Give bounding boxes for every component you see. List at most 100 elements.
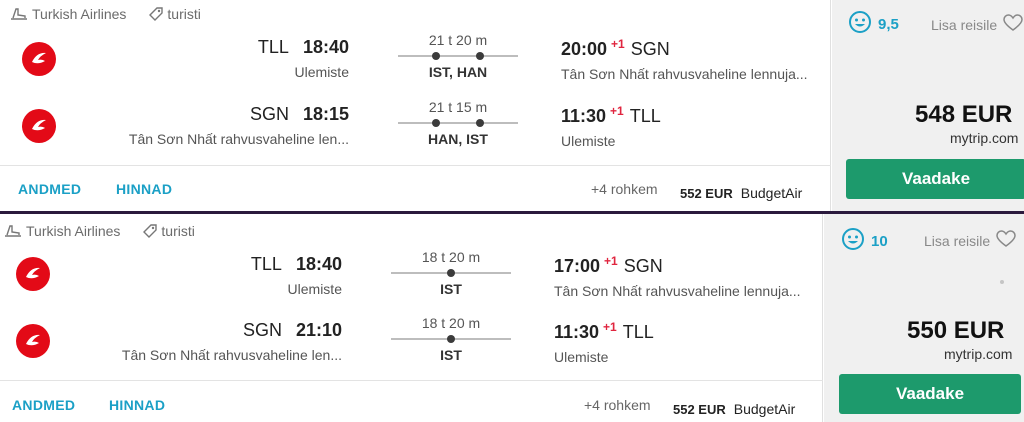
- fare-tag: turisti: [142, 223, 195, 239]
- departure-airport: Ulemiste: [294, 64, 349, 80]
- stops-track: [398, 118, 518, 128]
- arrival-time: 11:30: [554, 322, 600, 342]
- alternative-price: 552 EUR: [673, 402, 726, 417]
- arrival: 20:00 +1 SGN Tân Sơn Nhất rahvusvaheline l…: [561, 37, 808, 82]
- seller-name: mytrip.com: [950, 130, 1019, 146]
- departure-airport-code: TLL: [257, 37, 289, 57]
- flight-duration: 21 t 15 m HAN, IST: [398, 99, 518, 147]
- add-to-trip-label: Lisa reisile: [931, 16, 998, 33]
- add-to-trip[interactable]: Lisa reisile: [924, 230, 1016, 251]
- next-day-badge: +1: [603, 320, 617, 334]
- flight-duration: 18 t 20 m IST: [391, 315, 511, 363]
- arrival: 11:30 +1 TLL Ulemiste: [561, 104, 661, 149]
- duration-text: 21 t 20 m: [428, 32, 488, 48]
- price: 550 EUR: [907, 317, 1005, 344]
- fare-class: turisti: [167, 6, 201, 22]
- add-to-trip[interactable]: Lisa reisile: [931, 14, 1023, 35]
- alternative-price: 552 EUR: [680, 186, 733, 201]
- flight-duration: 18 t 20 m IST: [391, 249, 511, 297]
- rating: 10: [841, 227, 888, 255]
- stops-text: IST, HAN: [428, 64, 488, 80]
- turkish-airlines-logo: [22, 109, 56, 143]
- next-day-badge: +1: [610, 104, 624, 118]
- arrival-time: 20:00: [561, 39, 608, 59]
- alternative-offer[interactable]: 552 EUR BudgetAir: [680, 185, 802, 201]
- stops-track: [398, 51, 518, 61]
- departure-time: 21:10: [295, 320, 342, 340]
- arrival-airport: Ulemiste: [554, 349, 609, 365]
- stops-text: HAN, IST: [428, 131, 488, 147]
- airline-line: Turkish Airlines turisti: [4, 223, 195, 239]
- duration-text: 21 t 15 m: [428, 99, 488, 115]
- price-panel: 9,5 Lisa reisile 548 EUR mytrip.com Vaad…: [832, 0, 1024, 211]
- divider: [0, 380, 823, 381]
- details-link[interactable]: ANDMED: [12, 397, 75, 413]
- arrival-airport: Ulemiste: [561, 133, 616, 149]
- divider: [0, 165, 831, 166]
- duration-text: 18 t 20 m: [421, 249, 481, 265]
- stops-text: IST: [440, 281, 462, 297]
- arrival-airport-code: SGN: [623, 256, 663, 276]
- heart-icon[interactable]: [1003, 14, 1023, 35]
- airplane-icon: [10, 7, 28, 21]
- turkish-airlines-logo: [16, 324, 50, 358]
- prices-link[interactable]: HINNAD: [116, 181, 172, 197]
- flight-duration: 21 t 20 m IST, HAN: [398, 32, 518, 80]
- departure-airport-code: SGN: [242, 320, 282, 340]
- departure-airport: Tân Sơn Nhất rahvusvaheline len...: [121, 347, 342, 363]
- arrival-airport-code: TLL: [622, 322, 654, 342]
- add-to-trip-label: Lisa reisile: [924, 232, 991, 249]
- next-day-badge: +1: [604, 254, 618, 268]
- rating-score: 9,5: [878, 15, 899, 33]
- stops-text: IST: [440, 347, 462, 363]
- fare-tag: turisti: [148, 6, 201, 22]
- seller-name: mytrip.com: [944, 346, 1013, 362]
- more-offers-link[interactable]: +4 rohkem: [584, 397, 651, 413]
- alternative-seller: BudgetAir: [740, 185, 803, 201]
- arrival: 17:00 +1 SGN Tân Sơn Nhất rahvusvaheline l…: [554, 254, 801, 299]
- arrival-airport: Tân Sơn Nhất rahvusvaheline lennuja...: [554, 283, 801, 299]
- price: 548 EUR: [915, 101, 1013, 128]
- alternative-offer[interactable]: 552 EUR BudgetAir: [673, 401, 795, 417]
- prices-link[interactable]: HINNAD: [109, 397, 165, 413]
- alternative-seller: BudgetAir: [733, 401, 796, 417]
- departure: TLL 18:40 Ulemiste: [258, 37, 349, 80]
- departure: SGN 18:15 Tân Sơn Nhất rahvusvaheline len…: [129, 104, 349, 147]
- price-panel: 10 Lisa reisile 550 EUR mytrip.com Vaada…: [824, 214, 1024, 422]
- more-offers-link[interactable]: +4 rohkem: [591, 181, 658, 197]
- departure-time: 18:40: [295, 254, 342, 274]
- result-card: Turkish Airlines turisti TLL 18:40 Ulemis…: [0, 214, 1024, 422]
- itinerary-panel[interactable]: Turkish Airlines turisti TLL 18:40 Ulemis…: [0, 0, 831, 211]
- view-deal-button[interactable]: Vaadake: [846, 159, 1024, 199]
- departure-time: 18:15: [302, 104, 349, 124]
- arrival-time: 17:00: [554, 256, 601, 276]
- tag-icon: [142, 223, 158, 239]
- result-card: Turkish Airlines turisti TLL 18:40 Ulemis…: [0, 0, 1024, 211]
- smiley-icon: [841, 227, 865, 255]
- turkish-airlines-logo: [16, 257, 50, 291]
- departure-airport-code: SGN: [249, 104, 289, 124]
- departure-airport: Ulemiste: [287, 281, 342, 297]
- heart-icon[interactable]: [996, 230, 1016, 251]
- arrival: 11:30 +1 TLL Ulemiste: [554, 320, 654, 365]
- departure: SGN 21:10 Tân Sơn Nhất rahvusvaheline len…: [122, 320, 342, 363]
- next-day-badge: +1: [611, 37, 625, 51]
- rating-score: 10: [871, 232, 888, 250]
- duration-text: 18 t 20 m: [421, 315, 481, 331]
- arrival-airport-code: TLL: [629, 106, 661, 126]
- departure-airport: Tân Sơn Nhất rahvusvaheline len...: [128, 131, 349, 147]
- turkish-airlines-logo: [22, 42, 56, 76]
- rating: 9,5: [848, 10, 899, 38]
- itinerary-panel[interactable]: Turkish Airlines turisti TLL 18:40 Ulemis…: [0, 214, 823, 422]
- view-deal-button[interactable]: Vaadake: [839, 374, 1021, 414]
- departure-time: 18:40: [302, 37, 349, 57]
- airline-name: Turkish Airlines: [32, 6, 127, 22]
- arrival-airport-code: SGN: [630, 39, 670, 59]
- indicator-dot: [1000, 280, 1004, 284]
- departure-airport-code: TLL: [250, 254, 282, 274]
- arrival-time: 11:30: [561, 106, 607, 126]
- stops-track: [391, 268, 511, 278]
- arrival-airport: Tân Sơn Nhất rahvusvaheline lennuja...: [561, 66, 808, 82]
- details-link[interactable]: ANDMED: [18, 181, 81, 197]
- airplane-icon: [4, 224, 22, 238]
